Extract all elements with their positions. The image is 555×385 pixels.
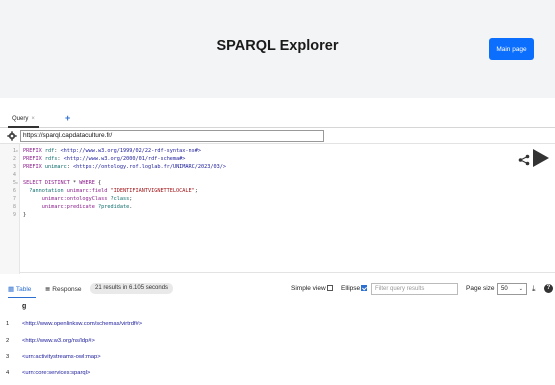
ellipse-label: Ellipse: [341, 285, 361, 292]
row-value-link[interactable]: <urn:activitystreams-owl:map>: [22, 354, 101, 360]
code-text: unimarc:predicate ?predidate.: [23, 203, 133, 211]
line-number: 1: [12, 148, 16, 154]
code-token: ?predidate: [97, 204, 130, 210]
filter-results-input[interactable]: Filter query results: [371, 283, 458, 295]
code-text: PREFIX rdfs: <http://www.w3.org/2000/01/…: [23, 155, 185, 163]
row-index: 4: [6, 370, 10, 376]
simple-view-checkbox[interactable]: [326, 285, 333, 291]
results-toolbar: ▦ Table ≣ Response 21 results in 6.105 s…: [0, 282, 555, 298]
tab-response[interactable]: ≣ Response: [45, 285, 82, 293]
share-icon[interactable]: [518, 153, 530, 166]
code-text: ?annotation unimarc:field "IDENTIFIANTVI…: [23, 187, 198, 195]
code-text: unimarc:ontologyClass ?class;: [23, 195, 133, 203]
page-size-label: Page size: [466, 285, 495, 292]
code-token: <https://ontology.rof.loglab.fr/UNIMARC/…: [73, 164, 227, 170]
line-number: 8: [12, 204, 16, 210]
run-query-play-icon[interactable]: [532, 148, 550, 168]
gear-icon[interactable]: [7, 131, 17, 141]
tab-table[interactable]: ▦ Table: [8, 285, 31, 293]
line-number: 2: [12, 156, 16, 162]
code-text: PREFIX rdf: <http://www.w3.org/1999/02/2…: [23, 147, 201, 155]
fold-arrow-icon[interactable]: ▸: [16, 147, 18, 155]
line-number: 3: [12, 164, 16, 170]
code-token: unimarc:predicate: [41, 204, 98, 210]
line-number: 9: [12, 212, 16, 218]
code-token: <http://www.w3.org/2000/01/rdf-schema#>: [63, 156, 186, 162]
line-number: 7: [12, 196, 16, 202]
code-token: ?class: [110, 196, 130, 202]
row-index: 2: [6, 338, 10, 344]
line-number: 4: [12, 172, 16, 178]
row-value-link[interactable]: <http://www.w3.org/ns/ldp#>: [22, 338, 95, 344]
results-column-header[interactable]: g: [22, 303, 26, 310]
query-tab-bar: Query × +: [0, 112, 555, 128]
line-number: 5: [12, 180, 16, 186]
table-row: 3 <urn:activitystreams-owl:map>: [0, 351, 555, 365]
add-tab-button[interactable]: +: [65, 112, 70, 124]
tab-table-label: Table: [15, 286, 32, 293]
chevron-down-icon: ⌄: [518, 286, 523, 292]
code-text: }: [23, 211, 26, 219]
help-icon[interactable]: ?: [544, 284, 553, 293]
code-token: "IDENTIFIANTVIGNETTELOCALE": [110, 188, 195, 194]
row-value-link[interactable]: <http://www.openlinksw.com/schemas/virtr…: [22, 321, 142, 327]
page-size-select[interactable]: 50 ⌄: [497, 283, 527, 295]
code-token: rdfs: [44, 156, 58, 162]
main-page-button[interactable]: Main page: [489, 38, 534, 60]
endpoint-row: https://sparql.capdataculture.fr/: [0, 129, 555, 143]
code-token: PREFIX: [23, 164, 45, 170]
code-text: SELECT DISTINCT * WHERE {: [23, 179, 101, 187]
table-icon: ▦: [8, 286, 15, 293]
code-token: ;: [129, 196, 133, 202]
code-text: PREFIX unimarc: <https://ontology.rof.lo…: [23, 163, 226, 171]
table-row: 1 <http://www.openlinksw.com/schemas/vir…: [0, 318, 555, 332]
code-token: ;: [194, 188, 198, 194]
results-count-badge: 21 results in 6.105 seconds: [90, 283, 174, 294]
code-token: ?annotation: [29, 188, 67, 194]
code-token: PREFIX: [23, 148, 45, 154]
ellipse-checkbox[interactable]: [361, 285, 368, 291]
fold-arrow-icon[interactable]: ▸: [16, 179, 18, 187]
tab-query[interactable]: Query ×: [8, 112, 39, 128]
line-number: 6: [12, 188, 16, 194]
simple-view-label: Simple view: [291, 285, 326, 292]
ellipse-toggle[interactable]: Ellipse: [341, 285, 368, 292]
row-value-link[interactable]: <urn:core:services:sparql>: [22, 370, 90, 376]
endpoint-url-input[interactable]: https://sparql.capdataculture.fr/: [20, 130, 324, 142]
active-tab-indicator: [8, 297, 36, 298]
table-row: 4 <urn:core:services:sparql>: [0, 367, 555, 381]
code-token: PREFIX: [23, 156, 45, 162]
query-editor[interactable]: 1 ▸ PREFIX rdf: <http://www.w3.org/1999/02…: [0, 143, 555, 274]
code-token: <http://www.w3.org/1999/02/22-rdf-syntax…: [60, 148, 202, 154]
table-row: 2 <http://www.w3.org/ns/ldp#>: [0, 335, 555, 349]
code-token: SELECT DISTINCT: [23, 180, 73, 186]
response-icon: ≣: [45, 286, 51, 293]
download-icon[interactable]: ⤓: [532, 284, 536, 294]
close-icon[interactable]: ×: [31, 116, 35, 122]
tab-query-label: Query: [12, 116, 29, 122]
code-token: rdf: [44, 148, 55, 154]
code-token: unimarc:ontologyClass: [41, 196, 111, 202]
row-index: 1: [6, 321, 10, 327]
simple-view-toggle[interactable]: Simple view: [291, 285, 333, 292]
code-token: unimarc: [44, 164, 67, 170]
code-token: .: [129, 204, 133, 210]
page-title: SPARQL Explorer: [216, 38, 339, 54]
code-token: {: [97, 180, 102, 186]
row-index: 3: [6, 354, 10, 360]
app-header: SPARQL Explorer Main page: [0, 0, 555, 98]
code-token: WHERE: [79, 180, 98, 186]
code-token: }: [23, 212, 27, 218]
page-size-value: 50: [501, 286, 508, 292]
code-token: unimarc:field: [66, 188, 111, 194]
tab-response-label: Response: [52, 286, 82, 293]
